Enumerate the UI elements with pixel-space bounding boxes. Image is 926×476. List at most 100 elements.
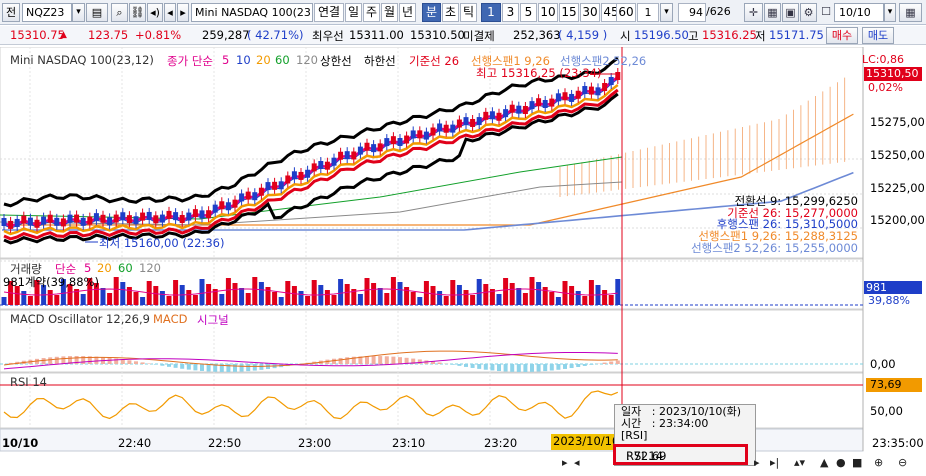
macd-osc-bar-89 (589, 364, 594, 365)
grid-icon[interactable]: ▦ (764, 3, 781, 22)
interval-5[interactable]: 5 (520, 3, 537, 22)
candle-body-26 (173, 212, 179, 221)
macd-osc-bar-7 (48, 357, 53, 364)
ma-period-20: 20 (256, 53, 271, 67)
volume-bar-87 (575, 291, 581, 305)
volume-bar-38 (252, 277, 258, 305)
symbol-list-icon[interactable]: ▤ (86, 3, 108, 22)
interval-60[interactable]: 60 (616, 3, 636, 22)
candle-body-81 (536, 98, 542, 107)
volume-ma-60: 60 (118, 261, 133, 275)
link-icon[interactable]: ⛓ (129, 3, 146, 22)
candle-body-43 (285, 175, 291, 184)
volume-ma-20: 20 (97, 261, 112, 275)
interval-dropdown-icon[interactable]: ▾ (660, 3, 673, 22)
macd-osc-bar-24 (160, 364, 165, 366)
tab-continuous[interactable]: 연결 (314, 3, 344, 22)
volume-bar-72 (476, 279, 482, 305)
interval-value-input[interactable]: 1 (637, 3, 659, 22)
play-icon[interactable]: ◂ (574, 456, 580, 469)
candle-body-54 (357, 146, 363, 155)
next-icon[interactable]: ▸ (754, 456, 760, 469)
candle-body-66 (437, 123, 443, 132)
macd-osc-bar-72 (477, 364, 482, 369)
macd-osc-bar-26 (173, 364, 178, 368)
candle-body-17 (113, 214, 119, 223)
tab-year[interactable]: 년 (399, 3, 416, 22)
macd-osc-bar-87 (576, 364, 581, 368)
volume-bar-54 (357, 294, 363, 305)
magnify-icon[interactable]: ⊖ (898, 456, 907, 469)
macd-osc-bar-76 (503, 364, 508, 372)
interval-10[interactable]: 10 (538, 3, 558, 22)
macd-osc-bar-9 (61, 356, 66, 364)
candle-body-57 (377, 143, 383, 152)
candle-body-34 (225, 202, 231, 211)
macd-osc-bar-78 (516, 364, 521, 372)
crosshair-icon[interactable]: ✛ (744, 3, 763, 22)
tab-tick[interactable]: 틱 (460, 3, 477, 22)
candle-body-20 (133, 216, 139, 225)
refresh-icon[interactable]: ■ (852, 456, 862, 469)
volume-bar-66 (437, 291, 443, 305)
tab-minute[interactable]: 분 (422, 3, 441, 22)
zoom-in-icon[interactable]: ▲ (820, 456, 828, 469)
sound-icon[interactable]: ◂) (147, 3, 163, 22)
volume-ratio: ( 42.71%) (247, 28, 304, 42)
macd-osc-bar-8 (54, 356, 59, 364)
tab-second[interactable]: 초 (442, 3, 459, 22)
zoom-out-icon[interactable]: ▴▾ (794, 456, 805, 469)
volume-pct-box: 39,88% (868, 294, 910, 307)
candle-body-30 (199, 210, 205, 219)
candle-body-24 (159, 214, 165, 223)
date-dropdown-icon[interactable]: ▾ (884, 3, 896, 22)
macd-osc-bar-20 (134, 361, 138, 364)
end-icon[interactable]: ▸| (770, 456, 779, 469)
volume-bar-86 (569, 286, 575, 305)
volume-bar-35 (232, 283, 238, 305)
settings-icon[interactable]: ⊕ (874, 456, 883, 469)
candle-body-88 (582, 86, 588, 95)
volume-bar-80 (529, 277, 535, 305)
save-icon[interactable]: ▣ (782, 3, 799, 22)
interval-30[interactable]: 30 (580, 3, 600, 22)
next-symbol-icon[interactable]: ▸ (177, 3, 189, 22)
symbol-input[interactable]: NQZ23 (22, 3, 72, 22)
date-checkbox[interactable]: ☐ (820, 3, 832, 22)
date-input[interactable]: 10/10 (834, 3, 884, 22)
volume-bar-42 (278, 297, 284, 305)
search-icon[interactable]: ⌕ (111, 3, 128, 22)
x-label-2310: 23:10 (392, 436, 426, 450)
candle-body-64 (423, 131, 429, 140)
volume-bar-68 (450, 280, 456, 305)
period-toggle-button[interactable]: 전 (2, 3, 20, 22)
prev-symbol-icon[interactable]: ◂ (164, 3, 176, 22)
calendar-icon[interactable]: ▦ (899, 3, 922, 22)
buy-button[interactable]: 매수 (826, 27, 858, 44)
macd-osc-bar-71 (470, 364, 475, 368)
candle-body-84 (555, 93, 561, 102)
interval-15[interactable]: 15 (559, 3, 579, 22)
symbol-dropdown-icon[interactable]: ▾ (72, 3, 85, 22)
tab-month[interactable]: 월 (381, 3, 398, 22)
interval-3[interactable]: 3 (502, 3, 519, 22)
candle-body-74 (489, 111, 495, 120)
candle-body-14 (93, 213, 99, 222)
count-input[interactable]: 94 (678, 3, 706, 22)
sell-button[interactable]: 매도 (862, 27, 894, 44)
candle-body-72 (476, 117, 482, 126)
macd-osc-bar-77 (510, 364, 515, 372)
macd-osc-bar-55 (365, 356, 369, 364)
macd-osc-bar-85 (563, 364, 567, 369)
macd-osc-bar-19 (127, 360, 132, 364)
volume-bar-46 (305, 296, 311, 305)
tab-day[interactable]: 일 (345, 3, 362, 22)
prev-icon[interactable]: ▸ (562, 456, 568, 469)
fit-icon[interactable]: ● (836, 456, 846, 469)
tab-week[interactable]: 주 (363, 3, 380, 22)
volume-bar-73 (483, 284, 489, 305)
interval-1[interactable]: 1 (481, 3, 501, 22)
candle-body-33 (219, 201, 225, 210)
settings-icon[interactable]: ⚙ (800, 3, 817, 22)
volume-bar-89 (588, 280, 594, 305)
